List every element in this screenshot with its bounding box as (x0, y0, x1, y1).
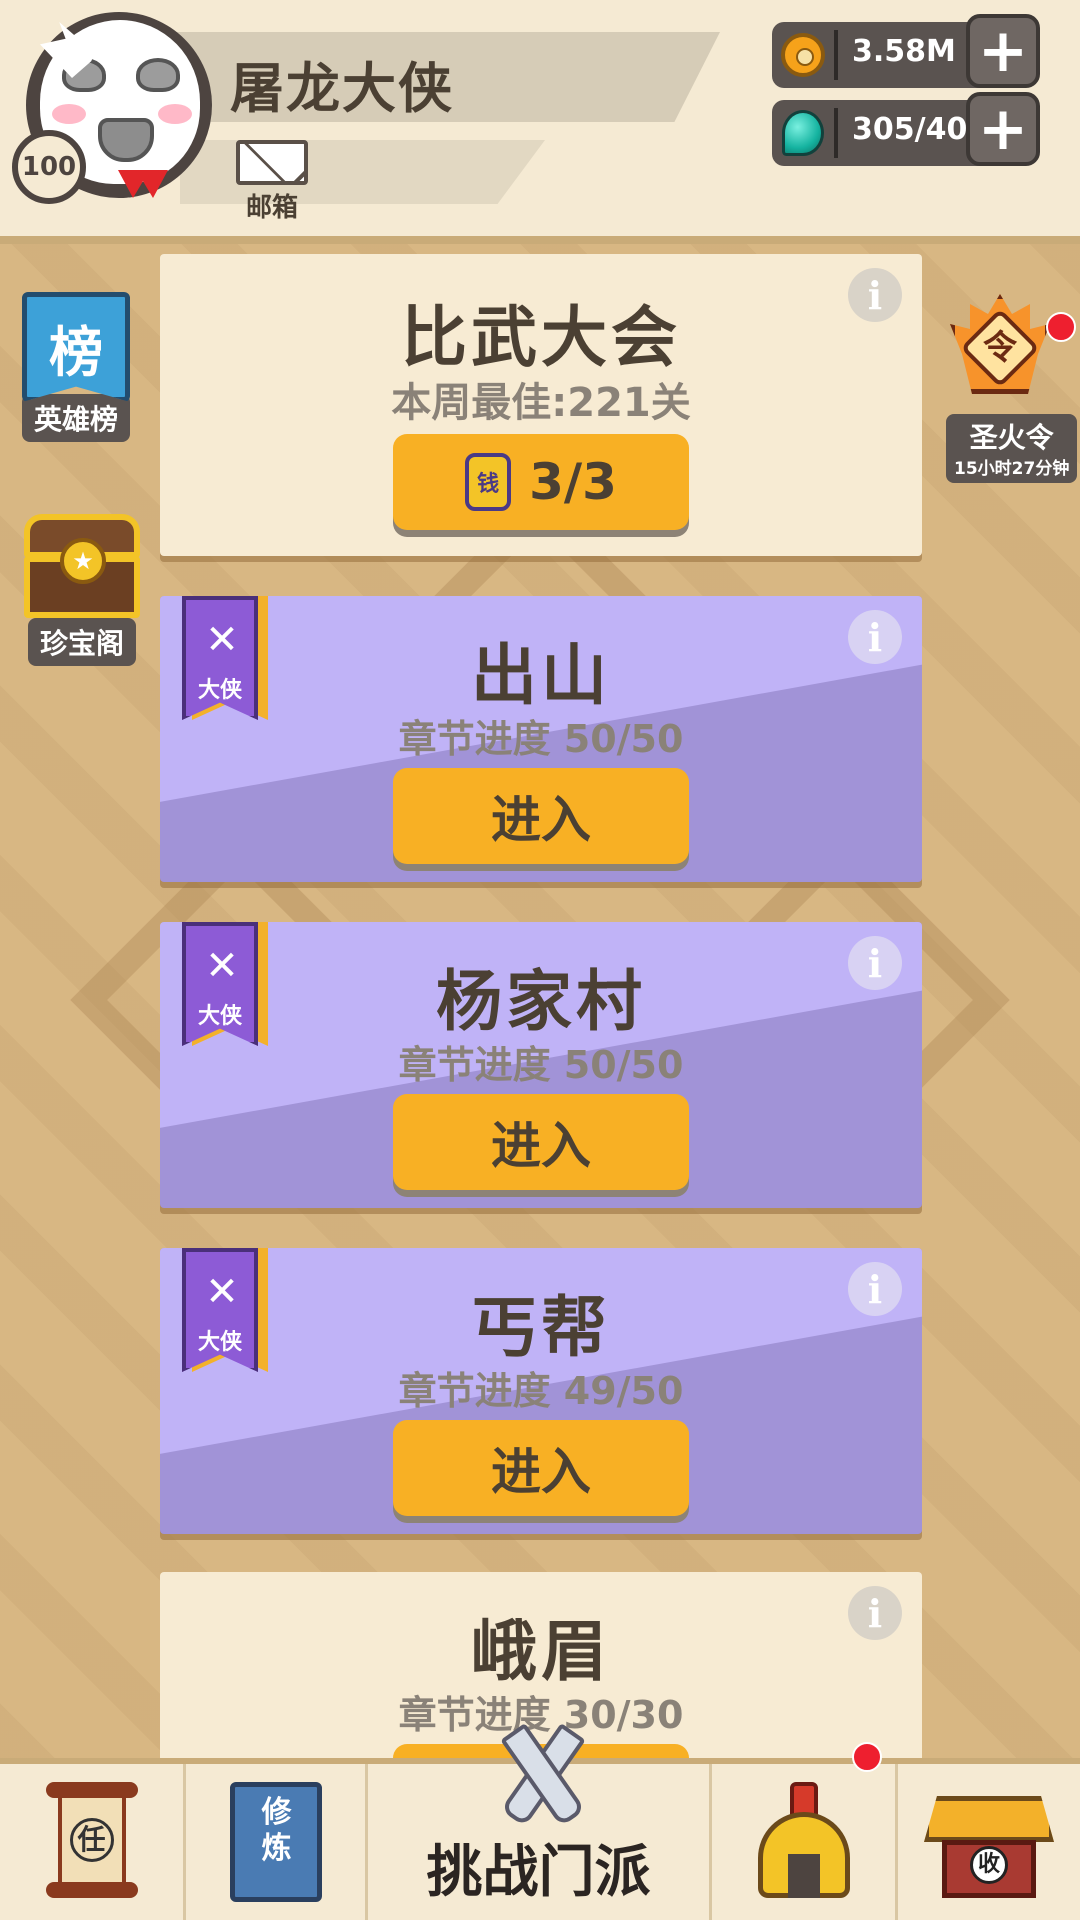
arena-card: i 比武大会 本周最佳:221关 钱 3/3 (160, 254, 922, 556)
token-glyph: 令 (983, 328, 1017, 368)
nav-shop[interactable]: 收 (898, 1764, 1080, 1920)
mailbox-button[interactable]: 邮箱 (234, 140, 310, 224)
coin-counter: 3.58M + (772, 14, 1040, 88)
nav-heroes[interactable] (712, 1764, 898, 1920)
chapter-title: 出山 (471, 637, 611, 714)
holy-fire-token-label-box: 圣火令 15小时27分钟 (946, 414, 1078, 483)
treasure-pavilion-button[interactable]: ★ 珍宝阁 (20, 508, 144, 666)
chapter-progress: 章节进度 50/50 (398, 717, 684, 761)
arena-title: 比武大会 (401, 299, 681, 376)
hero-ranking-label: 英雄榜 (22, 394, 131, 442)
chapter-title: 峨眉 (471, 1613, 611, 1690)
add-gem-button[interactable]: + (966, 92, 1040, 166)
flame-token-icon: 令 (946, 294, 1054, 402)
coin-amount: 3.58M (852, 34, 956, 69)
envelope-icon (236, 140, 308, 185)
star-icon: ★ (60, 538, 106, 584)
mailbox-label: 邮箱 (245, 193, 298, 223)
shop-icon: 收 (924, 1782, 1054, 1902)
hero-ranking-button[interactable]: 榜 英雄榜 (22, 292, 131, 442)
enter-button[interactable]: 进入 (393, 1094, 689, 1190)
arena-tickets: 3/3 (529, 453, 617, 511)
chapter-title: 丐帮 (471, 1289, 611, 1366)
book-icon: 修炼 (229, 1782, 322, 1902)
nav-training[interactable]: 修炼 (186, 1764, 368, 1920)
challenge-label: 挑战门派 (426, 1839, 651, 1905)
top-bar: 屠龙大侠 100 邮箱 3.58M + 305/40 + (0, 0, 1080, 244)
holy-fire-timer: 15小时27分钟 (954, 459, 1070, 479)
shop-glyph: 收 (970, 1846, 1008, 1884)
crossed-swords-icon (488, 1722, 588, 1832)
level-badge: 100 (12, 130, 86, 204)
treasure-chest-icon: ★ (20, 508, 144, 620)
chapter-card: ✕ 大侠 i 杨家村 章节进度 50/50 进入 (160, 922, 922, 1208)
chapter-card: ✕ 大侠 i 丐帮 章节进度 49/50 进入 (160, 1248, 922, 1534)
notification-dot (1046, 312, 1076, 342)
player-name: 屠龙大侠 (230, 57, 454, 120)
add-coin-button[interactable]: + (966, 14, 1040, 88)
gem-amount: 305/40 (852, 112, 968, 147)
treasure-pavilion-label: 珍宝阁 (27, 618, 136, 666)
arena-best-record: 本周最佳:221关 (391, 380, 691, 426)
ranking-banner-icon: 榜 (22, 292, 130, 402)
chapter-card: ✕ 大侠 i 出山 章节进度 50/50 进入 (160, 596, 922, 882)
gem-counter: 305/40 + (772, 92, 1040, 166)
scroll-icon: 任 (45, 1782, 138, 1902)
chapter-progress: 章节进度 49/50 (398, 1369, 684, 1413)
ticket-icon: 钱 (465, 453, 512, 511)
holy-fire-token-label: 圣火令 (969, 421, 1054, 454)
nav-quests[interactable]: 任 (0, 1764, 186, 1920)
enter-button[interactable]: 进入 (393, 1420, 689, 1516)
coin-icon (781, 33, 825, 77)
arena-ticket-button[interactable]: 钱 3/3 (393, 434, 689, 530)
notification-dot (852, 1742, 882, 1772)
chapter-progress: 章节进度 50/50 (398, 1043, 684, 1087)
holy-fire-token-button[interactable]: 令 (946, 294, 1076, 402)
quest-glyph: 任 (69, 1818, 114, 1862)
enter-button[interactable]: 进入 (393, 768, 689, 864)
training-glyph: 修炼 (261, 1795, 292, 1866)
helmet-icon (756, 1782, 852, 1902)
gem-icon (782, 110, 824, 156)
chapter-title: 杨家村 (436, 963, 646, 1040)
